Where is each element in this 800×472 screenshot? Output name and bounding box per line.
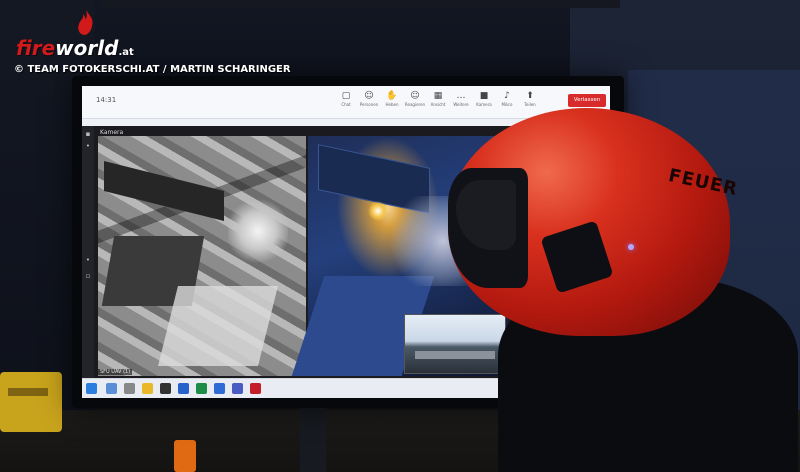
toolbar-chat-button[interactable]: ▢ Chat (338, 91, 354, 108)
photo-scene: 14:31 ▢ Chat ☺ Personen ✋ Heben ☺ Reagieren … (0, 0, 800, 472)
helmet-light (628, 244, 634, 250)
more-icon: … (456, 91, 466, 101)
fireworld-logo: fireworld.at (16, 36, 134, 60)
hand-icon: ✋ (386, 91, 398, 101)
excel-icon[interactable] (196, 383, 207, 394)
chat-icon: ▢ (341, 91, 351, 101)
toolbar-view-button[interactable]: ▦ Ansicht (430, 91, 446, 108)
thermal-roof (104, 161, 224, 221)
mic-icon: ♪ (504, 91, 510, 101)
ceiling-beam (100, 0, 620, 8)
video-call-titlebar: 14:31 ▢ Chat ☺ Personen ✋ Heben ☺ Reagieren … (82, 86, 610, 119)
thermal-hotspot (228, 196, 288, 266)
toolbar-people-button[interactable]: ☺ Personen (360, 91, 378, 108)
start-icon[interactable] (86, 383, 97, 394)
thermal-roof (158, 286, 278, 366)
pin-icon[interactable]: • (84, 256, 92, 264)
share-icon: ⬆ (526, 91, 534, 101)
toolbar-camera-button[interactable]: ■ Kamera (476, 91, 492, 108)
toolbar-share-button[interactable]: ⬆ Teilen (522, 91, 538, 108)
meeting-sidebar: ▪ • • ▫ (82, 126, 94, 378)
toolbar-react-button[interactable]: ☺ Reagieren (405, 91, 425, 108)
taskview-icon[interactable] (124, 383, 135, 394)
chrome-icon[interactable] (160, 383, 171, 394)
call-time: 14:31 (96, 96, 117, 104)
monitor-stand (300, 400, 326, 472)
settings-icon[interactable]: • (84, 142, 92, 150)
yellow-equipment-case (0, 372, 62, 432)
view-icon: ▦ (433, 91, 443, 101)
picture-in-picture-feed[interactable] (404, 314, 506, 374)
photo-credit: © TEAM FOTOKERSCHI.AT / MARTIN SCHARINGE… (14, 64, 291, 75)
search-icon[interactable] (106, 383, 117, 394)
participant-label: SFU UAV (1) (98, 369, 133, 375)
acrobat-icon[interactable] (250, 383, 261, 394)
flame-icon (78, 10, 93, 35)
camera-icon[interactable]: ▪ (84, 130, 92, 138)
thermal-camera-feed[interactable] (98, 136, 306, 376)
word-icon[interactable] (214, 383, 225, 394)
leave-button[interactable]: Verlassen (568, 94, 606, 107)
orange-strap (174, 440, 196, 472)
fire-glow (368, 201, 388, 221)
camera-icon: ■ (479, 91, 489, 101)
panel-title: Kamera (100, 129, 124, 136)
call-toolbar: ▢ Chat ☺ Personen ✋ Heben ☺ Reagieren ▦ Ansic… (338, 91, 538, 108)
toolbar-more-button[interactable]: … Weitere (453, 91, 469, 108)
layout-icon[interactable]: ▫ (84, 272, 92, 280)
toolbar-mic-button[interactable]: ♪ Mikro (499, 91, 515, 108)
people-icon: ☺ (364, 91, 374, 101)
teams-icon[interactable] (232, 383, 243, 394)
outlook-icon[interactable] (178, 383, 189, 394)
react-icon: ☺ (410, 91, 420, 101)
toolbar-hand-button[interactable]: ✋ Heben (384, 91, 400, 108)
folder-icon[interactable] (142, 383, 153, 394)
